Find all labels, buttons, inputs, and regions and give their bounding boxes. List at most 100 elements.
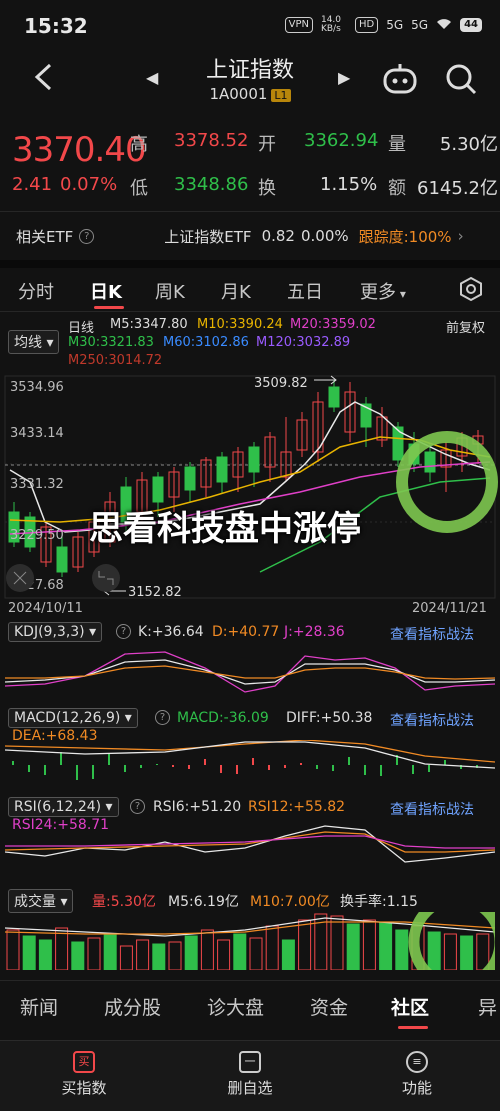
kline-chart[interactable]: 3534.96 3433.14 3331.32 3229.50 3127.68 …: [0, 372, 500, 616]
volume-bar: [298, 919, 312, 970]
volume-bar: [184, 935, 198, 970]
volume-bar: [200, 929, 214, 970]
rsi-selector-label: RSI(6,12,24): [14, 799, 102, 815]
functions-label: 功能: [401, 1079, 432, 1097]
low-label: 低: [130, 178, 148, 199]
tab-monthly-k[interactable]: 月K: [221, 278, 251, 304]
index-code-text: 1A0001: [209, 85, 268, 103]
volume-bar: [249, 937, 263, 970]
kdj-k: K:+36.64: [138, 624, 204, 640]
volume-m10: M10:7.00亿: [250, 894, 330, 910]
buy-index-label: 买指数: [61, 1079, 107, 1097]
tab-anomaly[interactable]: 异: [478, 993, 497, 1020]
low-value: 3348.86: [174, 174, 249, 195]
current-price: 3370.40: [12, 130, 147, 170]
tab-constituents[interactable]: 成分股: [104, 993, 161, 1020]
hd-icon: HD: [354, 17, 379, 33]
volume-bar: [38, 939, 52, 970]
tab-diagnose[interactable]: 诊大盘: [207, 993, 264, 1020]
battery-icon: 44: [460, 18, 482, 32]
kdj-strategy-link[interactable]: 查看指标战法: [390, 624, 474, 644]
etf-price: 0.82: [261, 227, 295, 245]
macd-chart: [5, 740, 495, 780]
remove-watchlist-button[interactable]: 一 删自选: [200, 1051, 300, 1098]
help-icon[interactable]: ?: [155, 710, 170, 725]
volume-m5: M5:6.19亿: [168, 894, 239, 910]
help-icon[interactable]: ?: [130, 799, 145, 814]
macd-strategy-link[interactable]: 查看指标战法: [390, 710, 474, 730]
tab-intraday[interactable]: 分时: [18, 278, 54, 304]
candle-body: [248, 446, 260, 473]
functions-button[interactable]: ≡ 功能: [367, 1051, 467, 1098]
status-bar: 15:32 VPN 14.0 KB/s HD 5G 5G 44: [0, 0, 500, 50]
active-tab-underline: [398, 1026, 428, 1029]
news-headline-overlay[interactable]: 思看科技盘中涨停: [60, 508, 390, 550]
signal-5g-icon: 5G: [386, 18, 404, 32]
macd-value: MACD:-36.09: [177, 710, 269, 726]
vpn-icon: VPN: [284, 17, 313, 33]
kdj-selector[interactable]: KDJ(9,3,3) ▾: [8, 622, 103, 642]
rsi12-value: RSI12:+55.82: [248, 799, 346, 815]
wifi-icon: [436, 18, 452, 33]
tab-five-day[interactable]: 五日: [287, 278, 323, 304]
active-tab-underline: [94, 306, 124, 309]
buy-index-button[interactable]: 买 买指数: [34, 1051, 134, 1098]
etf-track: 跟踪度:100%: [358, 227, 452, 246]
amount-label: 额: [388, 178, 406, 199]
action-bar: 买 买指数 一 删自选 ≡ 功能: [0, 1040, 500, 1111]
macd-selector[interactable]: MACD(12,26,9) ▾: [8, 708, 138, 728]
kdj-j-line: [5, 651, 495, 693]
tab-funds[interactable]: 资金: [310, 993, 348, 1020]
ma20-value: M20:3359.02: [290, 317, 376, 332]
volume-bar: [152, 943, 166, 970]
tab-weekly-k[interactable]: 周K: [155, 278, 185, 304]
help-icon[interactable]: ?: [116, 624, 131, 639]
ma-selector-label: 均线: [14, 335, 42, 351]
candle-body: [152, 476, 164, 503]
tab-community[interactable]: 社区: [391, 993, 429, 1020]
status-icons: VPN 14.0 KB/s HD 5G 5G 44: [284, 16, 482, 34]
volume-bar: [443, 933, 457, 970]
volume-bar: [427, 931, 441, 970]
peak-arrow-icon: [314, 375, 337, 385]
high-value: 3378.52: [174, 130, 249, 151]
related-etf-bar[interactable]: 相关ETF ? 上证指数ETF 0.82 0.00% 跟踪度:100% ›: [0, 212, 500, 268]
page-title: 上证指数: [205, 58, 294, 83]
ma-selector[interactable]: 均线 ▾: [8, 330, 60, 354]
status-time: 15:32: [24, 14, 88, 38]
y-label: 3331.32: [10, 477, 64, 492]
tab-news[interactable]: 新闻: [20, 993, 58, 1020]
y-label: 3433.14: [10, 426, 64, 441]
open-label: 开: [258, 134, 276, 155]
volume-bar: [395, 929, 409, 970]
candle-body: [184, 466, 196, 491]
price-change: 2.41: [12, 174, 53, 195]
level-badge: L1: [271, 89, 291, 102]
zoom-in-button[interactable]: [92, 564, 120, 592]
index-code: 1A0001 L1: [0, 85, 500, 103]
adjust-mode[interactable]: 前复权: [446, 317, 485, 336]
candle-body: [216, 456, 228, 483]
date-end: 2024/11/21: [412, 601, 487, 616]
tab-more[interactable]: 更多 ▾: [360, 278, 406, 304]
help-icon[interactable]: ?: [79, 228, 95, 244]
high-label: 高: [130, 134, 148, 155]
volume-bar: [71, 941, 85, 970]
volume-value: 量:5.30亿: [92, 894, 156, 910]
volume-bar: [55, 927, 69, 970]
rsi-strategy-link[interactable]: 查看指标战法: [390, 799, 474, 819]
volume-selector[interactable]: 成交量 ▾: [8, 889, 74, 913]
volume-bar: [217, 939, 231, 970]
rsi-selector[interactable]: RSI(6,12,24) ▾: [8, 797, 119, 817]
turnover-label: 换: [258, 178, 276, 199]
peak-label: 3509.82: [254, 376, 308, 391]
candle-body: [56, 546, 68, 573]
content-tabs: 新闻 成分股 诊大盘 资金 社区 异: [0, 980, 500, 1030]
tab-daily-k[interactable]: 日K: [90, 278, 122, 304]
amount-value: 6145.2亿: [417, 178, 498, 199]
settings-icon[interactable]: [458, 276, 484, 306]
volume-bar: [233, 933, 247, 970]
menu-icon: ≡: [406, 1051, 428, 1073]
volume-bar: [362, 919, 376, 970]
volume-bar: [346, 923, 360, 970]
